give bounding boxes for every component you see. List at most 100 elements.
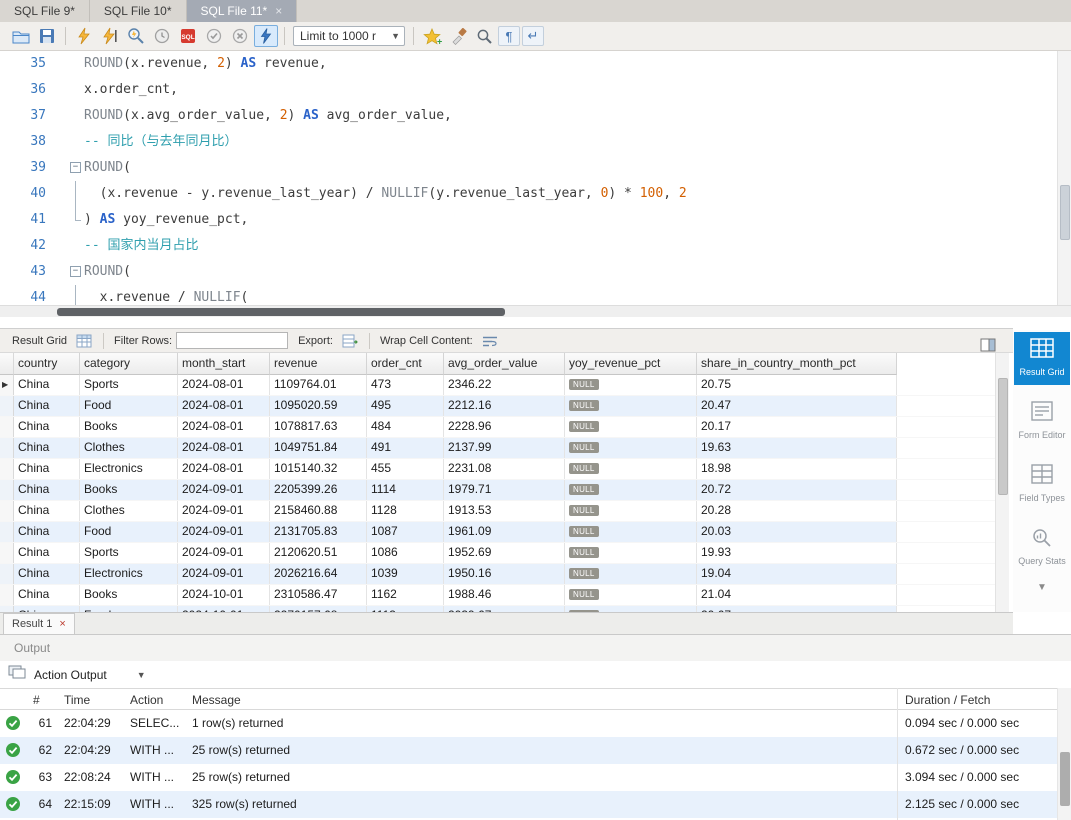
grid-cell[interactable]: 2024-08-01 bbox=[178, 375, 270, 395]
row-selector[interactable] bbox=[0, 564, 14, 584]
grid-cell[interactable]: 1162 bbox=[367, 585, 444, 605]
execute-statement-icon[interactable] bbox=[98, 25, 122, 47]
grid-cell[interactable]: 2024-08-01 bbox=[178, 459, 270, 479]
grid-cell[interactable]: 1988.46 bbox=[444, 585, 565, 605]
editor-vertical-scrollbar[interactable] bbox=[1057, 51, 1071, 305]
scrollbar-thumb[interactable] bbox=[1060, 185, 1070, 240]
scrollbar-thumb[interactable] bbox=[998, 378, 1008, 495]
grid-cell[interactable]: China bbox=[14, 522, 80, 542]
sidebar-item-query-stats[interactable]: Query Stats bbox=[1014, 521, 1070, 574]
grid-cell[interactable]: 2205399.26 bbox=[270, 480, 367, 500]
wrap-cell-content-icon[interactable] bbox=[478, 330, 502, 352]
row-selector[interactable] bbox=[0, 522, 14, 542]
grid-cell[interactable]: 2024-09-01 bbox=[178, 522, 270, 542]
column-header-category[interactable]: category bbox=[80, 353, 178, 375]
fold-marker-icon[interactable]: − bbox=[46, 259, 84, 285]
grid-cell[interactable]: China bbox=[14, 396, 80, 416]
grid-cell[interactable]: 484 bbox=[367, 417, 444, 437]
grid-cell[interactable]: China bbox=[14, 438, 80, 458]
result-grid[interactable]: countrycategorymonth_startrevenueorder_c… bbox=[0, 353, 995, 612]
grid-row[interactable]: ChinaElectronics2024-09-012026216.641039… bbox=[0, 564, 995, 585]
column-header-share_in_country_month_pct[interactable]: share_in_country_month_pct bbox=[697, 353, 897, 375]
grid-cell[interactable]: 20.17 bbox=[697, 417, 897, 437]
grid-cell[interactable]: 1039 bbox=[367, 564, 444, 584]
column-header-yoy_revenue_pct[interactable]: yoy_revenue_pct bbox=[565, 353, 697, 375]
row-selector[interactable]: ▶ bbox=[0, 375, 14, 395]
grid-cell[interactable]: 1114 bbox=[367, 480, 444, 500]
grid-cell[interactable]: 2346.22 bbox=[444, 375, 565, 395]
grid-cell[interactable]: 20.03 bbox=[697, 522, 897, 542]
grid-cell[interactable]: Sports bbox=[80, 375, 178, 395]
output-row[interactable]: 6422:15:09WITH ...325 row(s) returned2.1… bbox=[0, 791, 1071, 818]
word-wrap-icon[interactable]: ↵ bbox=[522, 26, 544, 46]
special-chars-icon[interactable]: ¶ bbox=[498, 26, 520, 46]
tab-sql-file-10[interactable]: SQL File 10* bbox=[90, 0, 187, 22]
grid-cell[interactable]: Clothes bbox=[80, 501, 178, 521]
editor-line[interactable]: 38-- 同比（与去年同月比） bbox=[0, 129, 1071, 155]
grid-cell[interactable]: 20.75 bbox=[697, 375, 897, 395]
grid-cell[interactable]: NULL bbox=[565, 543, 697, 563]
close-icon[interactable]: × bbox=[59, 618, 65, 630]
grid-cell[interactable]: 1015140.32 bbox=[270, 459, 367, 479]
grid-cell[interactable]: 20.47 bbox=[697, 396, 897, 416]
editor-line[interactable]: 43−ROUND( bbox=[0, 259, 1071, 285]
row-selector[interactable] bbox=[0, 480, 14, 500]
find-icon[interactable] bbox=[472, 25, 496, 47]
grid-cell[interactable]: China bbox=[14, 417, 80, 437]
grid-cell[interactable]: Food bbox=[80, 396, 178, 416]
grid-cell[interactable]: 2228.96 bbox=[444, 417, 565, 437]
output-row[interactable]: 6322:08:24WITH ...25 row(s) returned3.09… bbox=[0, 764, 1071, 791]
grid-vertical-scrollbar[interactable] bbox=[995, 353, 1009, 612]
grid-cell[interactable]: NULL bbox=[565, 396, 697, 416]
column-header-country[interactable]: country bbox=[14, 353, 80, 375]
grid-cell[interactable]: NULL bbox=[565, 375, 697, 395]
row-selector[interactable] bbox=[0, 438, 14, 458]
grid-cell[interactable]: 2024-09-01 bbox=[178, 480, 270, 500]
editor-line[interactable]: 39−ROUND( bbox=[0, 155, 1071, 181]
grid-cell[interactable]: 2231.08 bbox=[444, 459, 565, 479]
editor-line[interactable]: 37ROUND(x.avg_order_value, 2) AS avg_ord… bbox=[0, 103, 1071, 129]
column-header-order_cnt[interactable]: order_cnt bbox=[367, 353, 444, 375]
grid-cell[interactable]: 2024-08-01 bbox=[178, 417, 270, 437]
grid-cell[interactable]: China bbox=[14, 585, 80, 605]
scrollbar-thumb[interactable] bbox=[1060, 752, 1070, 806]
grid-cell[interactable]: 2024-09-01 bbox=[178, 501, 270, 521]
grid-cell[interactable]: 491 bbox=[367, 438, 444, 458]
sidebar-item-form-editor[interactable]: Form Editor bbox=[1014, 395, 1070, 448]
export-icon[interactable] bbox=[338, 330, 362, 352]
grid-cell[interactable]: China bbox=[14, 564, 80, 584]
grid-row[interactable]: ChinaClothes2024-09-012158460.8811281913… bbox=[0, 501, 995, 522]
tab-sql-file-11[interactable]: SQL File 11*× bbox=[187, 0, 298, 22]
grid-cell[interactable]: Electronics bbox=[80, 459, 178, 479]
break-on-error-icon[interactable]: SQL bbox=[176, 25, 200, 47]
column-header-avg_order_value[interactable]: avg_order_value bbox=[444, 353, 565, 375]
chevron-down-icon[interactable]: ▼ bbox=[137, 670, 146, 680]
grid-cell[interactable]: NULL bbox=[565, 459, 697, 479]
grid-cell[interactable]: Electronics bbox=[80, 564, 178, 584]
output-row[interactable]: 6222:04:29WITH ...25 row(s) returned0.67… bbox=[0, 737, 1071, 764]
row-selector[interactable] bbox=[0, 396, 14, 416]
grid-cell[interactable]: 1961.09 bbox=[444, 522, 565, 542]
grid-cell[interactable]: 19.04 bbox=[697, 564, 897, 584]
grid-cell[interactable]: China bbox=[14, 501, 80, 521]
grid-cell[interactable]: 19.63 bbox=[697, 438, 897, 458]
grid-cell[interactable]: NULL bbox=[565, 438, 697, 458]
grid-cell[interactable]: NULL bbox=[565, 522, 697, 542]
sidebar-item-field-types[interactable]: Field Types bbox=[1014, 458, 1070, 511]
editor-line[interactable]: 44 x.revenue / NULLIF( bbox=[0, 285, 1071, 305]
editor-line[interactable]: 35ROUND(x.revenue, 2) AS revenue, bbox=[0, 51, 1071, 77]
grid-cell[interactable]: 1952.69 bbox=[444, 543, 565, 563]
grid-row[interactable]: ▶ChinaSports2024-08-011109764.014732346.… bbox=[0, 375, 995, 396]
tab-result-1[interactable]: Result 1 × bbox=[3, 613, 75, 634]
grid-cell[interactable]: Clothes bbox=[80, 438, 178, 458]
row-selector[interactable] bbox=[0, 417, 14, 437]
grid-cell[interactable]: 1049751.84 bbox=[270, 438, 367, 458]
grid-row[interactable]: ChinaBooks2024-10-012310586.4711621988.4… bbox=[0, 585, 995, 606]
grid-row[interactable]: ChinaClothes2024-08-011049751.844912137.… bbox=[0, 438, 995, 459]
grid-cell[interactable]: 1095020.59 bbox=[270, 396, 367, 416]
grid-cell[interactable]: 20.72 bbox=[697, 480, 897, 500]
grid-cell[interactable]: 2310586.47 bbox=[270, 585, 367, 605]
grid-cell[interactable]: China bbox=[14, 375, 80, 395]
open-script-icon[interactable] bbox=[9, 25, 33, 47]
stop-query-icon[interactable] bbox=[150, 25, 174, 47]
